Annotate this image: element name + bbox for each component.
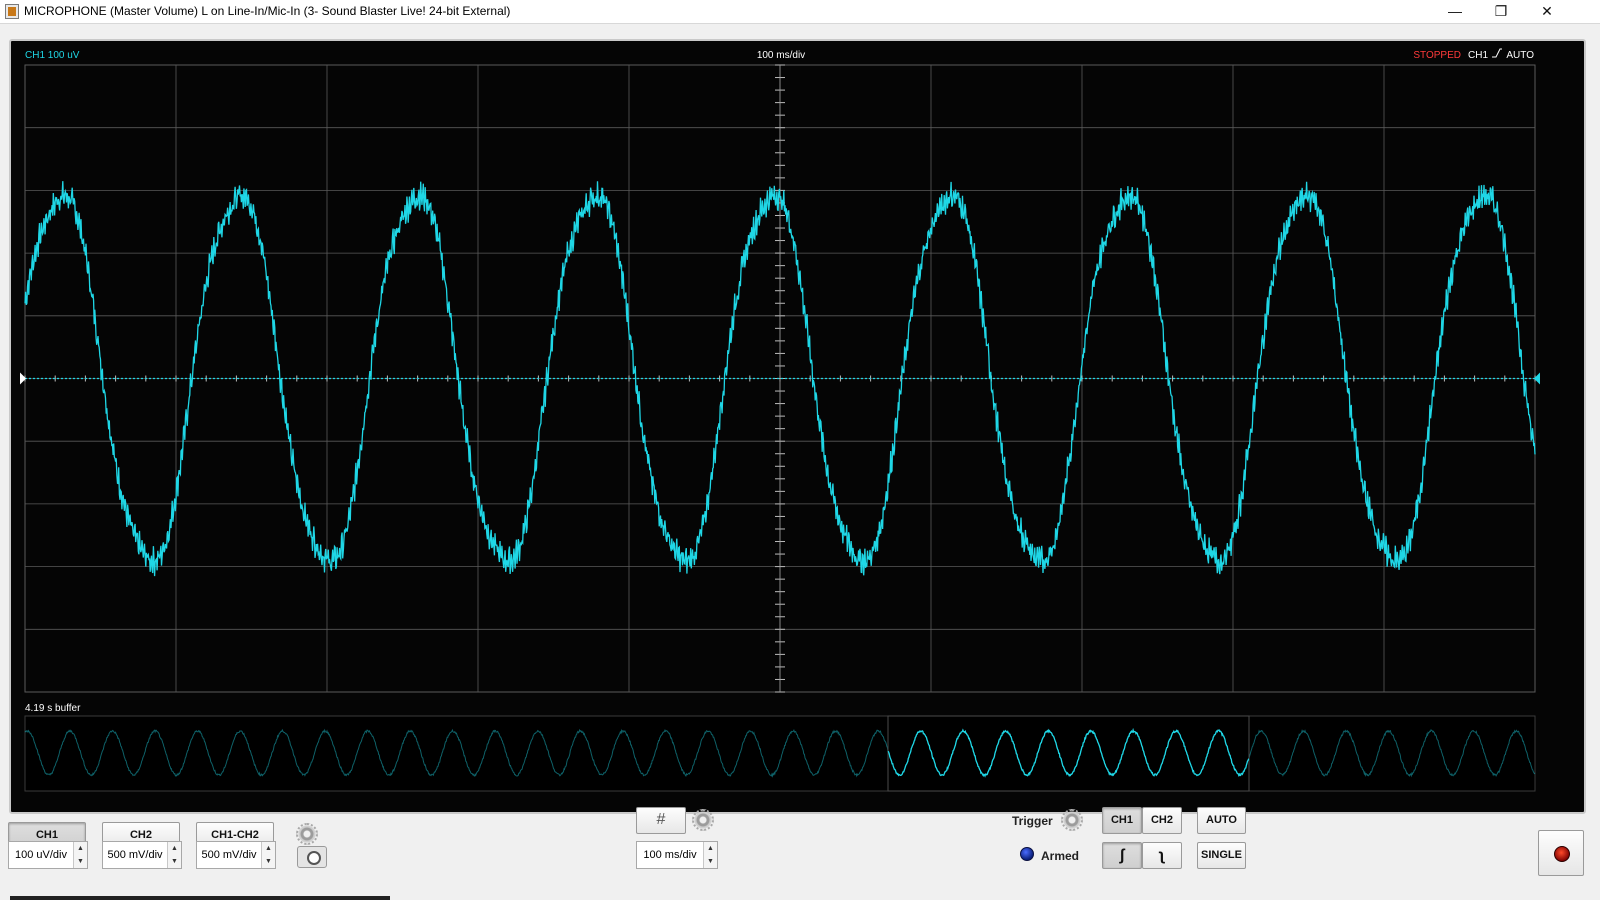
spin-down-icon[interactable]: ▼ bbox=[262, 855, 275, 868]
ch1-scale-readout: CH1 100 uV bbox=[25, 50, 80, 61]
trigger-ch1-button[interactable]: CH1 bbox=[1102, 807, 1142, 834]
spin-up-icon[interactable]: ▲ bbox=[168, 842, 181, 855]
buffer-length-label: 4.19 s buffer bbox=[25, 703, 81, 714]
timebase-value: 100 ms/div bbox=[643, 849, 697, 861]
display-settings-gear-icon[interactable] bbox=[692, 809, 714, 831]
spin-up-icon[interactable]: ▲ bbox=[704, 842, 717, 855]
spin-down-icon[interactable]: ▼ bbox=[74, 855, 87, 868]
single-button[interactable]: SINGLE bbox=[1197, 842, 1246, 869]
rising-edge-icon bbox=[1492, 48, 1502, 58]
spin-up-icon[interactable]: ▲ bbox=[74, 842, 87, 855]
close-button[interactable]: ✕ bbox=[1524, 0, 1570, 24]
acquisition-status: STOPPED bbox=[1413, 50, 1461, 61]
armed-indicator-led bbox=[1020, 847, 1034, 861]
auto-button[interactable]: AUTO bbox=[1197, 807, 1246, 834]
spin-down-icon[interactable]: ▼ bbox=[168, 855, 181, 868]
trigger-label: Trigger bbox=[1012, 814, 1053, 828]
record-button[interactable] bbox=[1538, 830, 1584, 876]
rising-edge-button[interactable]: ʃ bbox=[1102, 842, 1142, 869]
timebase-readout: 100 ms/div bbox=[757, 50, 805, 61]
grid-toggle-button[interactable]: # bbox=[636, 807, 686, 834]
minimize-button[interactable]: — bbox=[1432, 0, 1478, 24]
restore-button[interactable]: ❐ bbox=[1478, 0, 1524, 24]
diff-scale-spinner[interactable]: 500 mV/div ▲ ▼ bbox=[196, 841, 276, 869]
horizontal-scrollbar[interactable] bbox=[10, 896, 390, 900]
ch2-scale-spinner[interactable]: 500 mV/div ▲ ▼ bbox=[102, 841, 182, 869]
trigger-settings-gear-icon[interactable] bbox=[1061, 809, 1083, 831]
window-title: MICROPHONE (Master Volume) L on Line-In/… bbox=[24, 4, 511, 18]
falling-edge-button[interactable]: ʅ bbox=[1142, 842, 1182, 869]
spin-up-icon[interactable]: ▲ bbox=[262, 842, 275, 855]
app-icon bbox=[5, 4, 19, 19]
title-bar: MICROPHONE (Master Volume) L on Line-In/… bbox=[0, 0, 1600, 24]
control-panel: CH1 CH2 CH1-CH2 100 uV/div ▲ ▼ 500 mV/div… bbox=[0, 807, 1600, 900]
screenshot-camera-icon[interactable] bbox=[297, 846, 327, 868]
scope-display[interactable]: CH1 100 uV 100 ms/div STOPPED CH1 AUTO 4… bbox=[9, 39, 1586, 814]
trigger-ch2-button[interactable]: CH2 bbox=[1142, 807, 1182, 834]
ch1-scale-value: 100 uV/div bbox=[15, 849, 67, 861]
ch2-scale-value: 500 mV/div bbox=[107, 849, 163, 861]
scope-canvas: CH1 100 uV 100 ms/div STOPPED CH1 AUTO 4… bbox=[20, 48, 1540, 792]
diff-scale-value: 500 mV/div bbox=[201, 849, 257, 861]
spin-down-icon[interactable]: ▼ bbox=[704, 855, 717, 868]
timebase-spinner[interactable]: 100 ms/div ▲ ▼ bbox=[636, 841, 718, 869]
trigger-channel-readout: CH1 bbox=[1468, 50, 1488, 61]
trigger-mode-readout: AUTO bbox=[1506, 50, 1534, 61]
channel-settings-gear-icon[interactable] bbox=[296, 823, 318, 845]
ch1-scale-spinner[interactable]: 100 uV/div ▲ ▼ bbox=[8, 841, 88, 869]
armed-label: Armed bbox=[1041, 849, 1080, 863]
